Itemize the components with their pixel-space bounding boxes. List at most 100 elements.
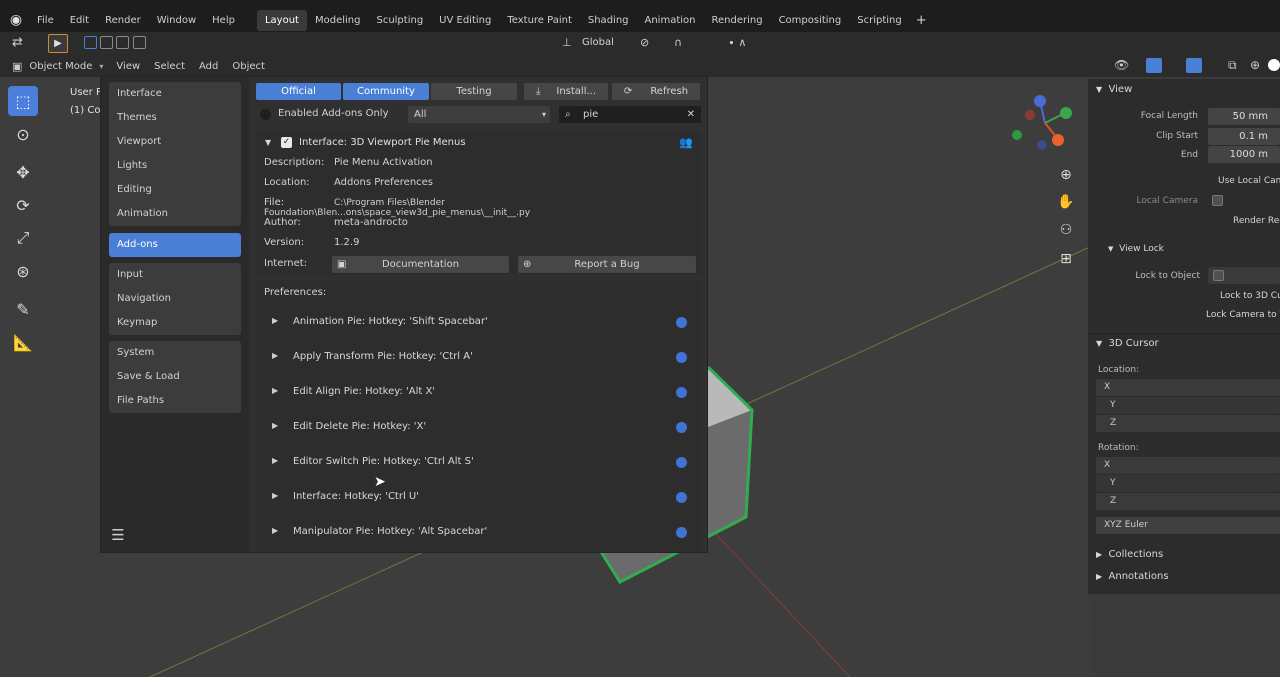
tab-community[interactable]: Community (343, 83, 429, 100)
hamburger-menu-icon[interactable]: ☰ (109, 526, 127, 544)
lock-camera-label[interactable]: Lock Camera to V (1206, 310, 1280, 320)
select-mode-icons[interactable] (84, 36, 146, 52)
cursor-location-y[interactable]: Y (1096, 397, 1280, 414)
measure-icon[interactable]: 📐 (8, 327, 38, 357)
select-extend-icon[interactable] (100, 36, 114, 49)
focal-length-field[interactable]: 50 mm (1208, 108, 1280, 125)
addon-enabled-checkbox[interactable]: ✓ (281, 137, 292, 148)
tab-sculpting[interactable]: Sculpting (368, 10, 431, 31)
lock-to-object-field[interactable] (1208, 267, 1280, 284)
clear-search-icon[interactable]: ✕ (687, 106, 695, 123)
nav-themes[interactable]: Themes (109, 106, 241, 130)
pie-row-edit-align[interactable]: ▶ Edit Align Pie: Hotkey: 'Alt X' (256, 382, 701, 402)
blender-logo-icon[interactable]: ◉ (3, 8, 29, 32)
expand-arrow-icon[interactable]: ▶ (272, 316, 278, 325)
nav-save-load[interactable]: Save & Load (109, 365, 241, 389)
solid-shading-icon[interactable] (1268, 59, 1280, 71)
expand-arrow-icon[interactable]: ▶ (272, 456, 278, 465)
menu-window[interactable]: Window (149, 15, 204, 26)
annotations-panel-header[interactable]: ▶ Annotations (1096, 571, 1169, 582)
use-local-camera-label[interactable]: Use Local Cam (1218, 176, 1280, 186)
editor-type-icon[interactable]: ⇄ (12, 35, 23, 50)
search-input[interactable]: ⌕ pie ✕ (559, 106, 701, 123)
pie-row-apply-transform[interactable]: ▶ Apply Transform Pie: Hotkey: 'Ctrl A' (256, 347, 701, 367)
menu-help[interactable]: Help (204, 15, 243, 26)
expand-arrow-icon[interactable]: ▶ (272, 351, 278, 360)
nav-add-ons[interactable]: Add-ons (109, 233, 241, 257)
add-workspace-button[interactable]: + (910, 13, 933, 28)
select-subtract-icon[interactable] (116, 36, 130, 49)
nav-system[interactable]: System (109, 341, 241, 365)
select-invert-icon[interactable] (132, 36, 146, 49)
cursor-rotation-y[interactable]: Y (1096, 475, 1280, 492)
nav-animation[interactable]: Animation (109, 202, 241, 226)
object-menu[interactable]: Object (225, 61, 272, 72)
nav-file-paths[interactable]: File Paths (109, 389, 241, 413)
wireframe-shading-icon[interactable]: ⊕ (1250, 58, 1260, 72)
cursor-icon[interactable]: ⊙ (8, 119, 38, 149)
pie-row-interface[interactable]: ▶ Interface: Hotkey: 'Ctrl U' (256, 487, 701, 507)
camera-icon[interactable]: ⚇ (1056, 220, 1076, 240)
cursor-rotation-z[interactable]: Z (1096, 493, 1280, 510)
view-menu[interactable]: View (109, 61, 147, 72)
pivot-icon[interactable]: ⊘ (640, 36, 649, 49)
tab-scripting[interactable]: Scripting (849, 10, 909, 31)
refresh-button[interactable]: ⟳ Refresh (612, 83, 700, 100)
nav-interface[interactable]: Interface (109, 82, 241, 106)
nav-lights[interactable]: Lights (109, 154, 241, 178)
report-bug-button[interactable]: ⊕ Report a Bug (518, 256, 696, 273)
view-lock-header[interactable]: ▼ View Lock (1108, 244, 1164, 254)
pie-row-editor-switch[interactable]: ▶ Editor Switch Pie: Hotkey: 'Ctrl Alt S' (256, 452, 701, 472)
tab-modeling[interactable]: Modeling (307, 10, 369, 31)
overlay-toggle-icon[interactable] (1186, 58, 1202, 73)
nav-keymap[interactable]: Keymap (109, 311, 241, 335)
tab-rendering[interactable]: Rendering (703, 10, 770, 31)
tab-uv-editing[interactable]: UV Editing (431, 10, 499, 31)
category-dropdown[interactable]: All ▾ (408, 106, 550, 123)
move-icon[interactable]: ✥ (8, 157, 38, 187)
nav-editing[interactable]: Editing (109, 178, 241, 202)
select-box-icon[interactable]: ⬚ (8, 86, 38, 116)
tab-texture-paint[interactable]: Texture Paint (499, 10, 580, 31)
rotation-mode-dropdown[interactable]: XYZ Euler (1096, 517, 1280, 534)
clip-end-field[interactable]: 1000 m (1208, 146, 1280, 163)
expand-arrow-icon[interactable]: ▶ (272, 491, 278, 500)
pie-enabled-toggle[interactable] (676, 352, 687, 363)
expand-arrow-icon[interactable]: ▶ (272, 386, 278, 395)
snap-icon[interactable]: ∩ (674, 36, 682, 49)
tab-official[interactable]: Official (256, 83, 341, 100)
pie-row-edit-delete[interactable]: ▶ Edit Delete Pie: Hotkey: 'X' (256, 417, 701, 437)
lock-to-3d-cursor-label[interactable]: Lock to 3D Cu (1220, 291, 1280, 301)
zoom-icon[interactable]: ⊕ (1056, 165, 1076, 185)
menu-edit[interactable]: Edit (62, 15, 97, 26)
pie-enabled-toggle[interactable] (676, 317, 687, 328)
nav-viewport[interactable]: Viewport (109, 130, 241, 154)
cursor-location-x[interactable]: X (1096, 379, 1280, 396)
pie-enabled-toggle[interactable] (676, 527, 687, 538)
gizmo-toggle-icon[interactable] (1146, 58, 1162, 73)
cursor-rotation-x[interactable]: X (1096, 457, 1280, 474)
pie-enabled-toggle[interactable] (676, 492, 687, 503)
tab-testing[interactable]: Testing (431, 83, 517, 100)
tab-layout[interactable]: Layout (256, 9, 307, 31)
clip-start-field[interactable]: 0.1 m (1208, 128, 1280, 145)
pie-enabled-toggle[interactable] (676, 387, 687, 398)
expand-arrow-icon[interactable]: ▶ (272, 526, 278, 535)
proportional-edit-icon[interactable]: ∙ ∧ (728, 36, 746, 49)
grid-icon[interactable]: ⊞ (1056, 249, 1076, 269)
view-panel-header[interactable]: ▼ View (1096, 84, 1132, 95)
menu-render[interactable]: Render (97, 15, 149, 26)
tab-compositing[interactable]: Compositing (771, 10, 850, 31)
annotate-icon[interactable]: ✎ (8, 294, 38, 324)
render-region-label[interactable]: Render Reg (1233, 216, 1280, 226)
navigation-gizmo[interactable] (1010, 93, 1080, 163)
enabled-only-checkbox[interactable] (260, 109, 271, 120)
pan-hand-icon[interactable]: ✋ (1056, 192, 1076, 212)
nav-input[interactable]: Input (109, 263, 241, 287)
rotate-icon[interactable]: ⟳ (8, 190, 38, 220)
nav-navigation[interactable]: Navigation (109, 287, 241, 311)
object-mode-dropdown[interactable]: Object Mode (22, 61, 99, 72)
pie-row-animation[interactable]: ▶ Animation Pie: Hotkey: 'Shift Spacebar' (256, 312, 701, 332)
local-camera-field-icon[interactable] (1212, 195, 1223, 206)
select-tool-icon[interactable]: ▶ (48, 34, 68, 53)
